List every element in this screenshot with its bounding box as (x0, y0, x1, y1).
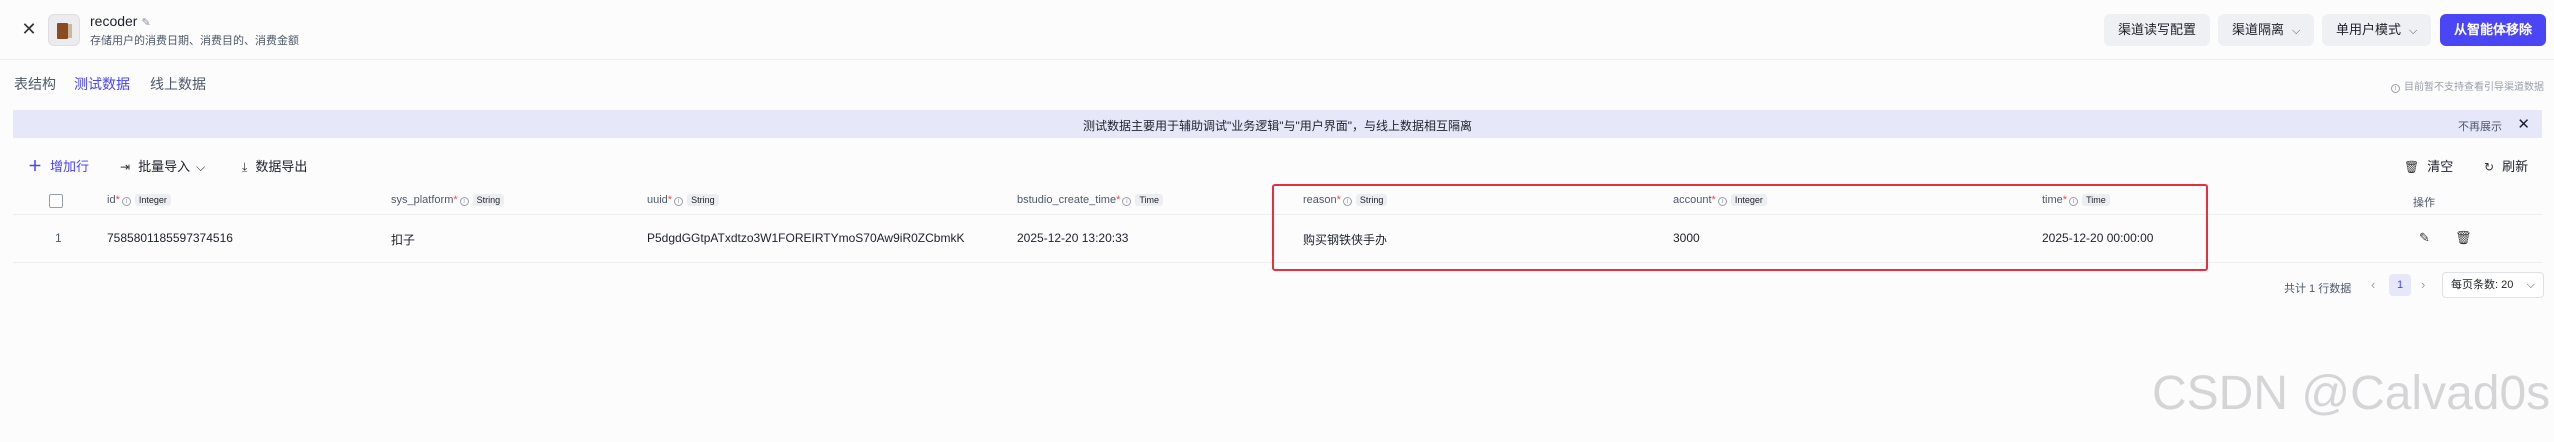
info-icon: i (674, 197, 684, 206)
channel-iso-label: 渠道隔离 (2232, 22, 2285, 37)
chevron-down-icon: ⌵ (2526, 279, 2535, 291)
page-current[interactable]: 1 (2389, 274, 2411, 296)
column-name: bstudio_create_time (1017, 194, 1117, 206)
info-banner: 测试数据主要用于辅助调试"业务逻辑"与"用户界面"，与线上数据相互隔离 不再展示… (13, 110, 2542, 138)
cell-uuid[interactable]: P5dgdGGtpATxdtzo3W1FOREIRTYmoS70Aw9iR0ZC… (647, 231, 964, 245)
user-mode-label: 单用户模式 (2336, 22, 2402, 37)
chevron-down-icon: ⌵ (196, 160, 206, 174)
refresh-icon: ↻ (2484, 160, 2495, 174)
banner-hide-link[interactable]: 不再展示 (2458, 118, 2502, 134)
channel-rw-config-button[interactable]: 渠道读写配置 (2104, 14, 2211, 46)
highlight-box (1272, 184, 2208, 271)
type-tag: String (472, 194, 505, 206)
import-icon: ⇥ (120, 160, 131, 174)
user-mode-button[interactable]: 单用户模式 ⌵ (2322, 14, 2432, 46)
column-header-actions: 操作 (2413, 197, 2435, 209)
info-icon: i (121, 197, 131, 206)
remove-label: 从智能体移除 (2454, 22, 2533, 37)
column-name: id (107, 194, 116, 206)
info-icon: i (459, 197, 469, 206)
info-icon: i (1122, 197, 1132, 206)
remove-from-agent-button[interactable]: 从智能体移除 (2440, 14, 2547, 46)
select-all-checkbox[interactable] (49, 194, 63, 208)
type-tag: String (687, 194, 719, 206)
cell-bstudio-create-time[interactable]: 2025-12-20 13:20:33 (1017, 231, 1128, 245)
chevron-down-icon: ⌵ (2292, 25, 2301, 37)
page-size-select[interactable]: 每页条数: 20 ⌵ (2442, 272, 2544, 298)
column-header-bstudio-create-time: bstudio_create_time* i Time (1017, 194, 1164, 206)
channel-note-text: 目前暂不支持查看引导渠道数据 (2404, 82, 2544, 93)
app-name: recoder ✎ (90, 13, 151, 29)
type-tag: Integer (134, 194, 171, 206)
bulk-import-button[interactable]: ⇥ 批量导入 ⌵ (120, 156, 205, 175)
chevron-left-icon[interactable]: ‹ (2371, 277, 2375, 292)
clear-label: 清空 (2427, 159, 2454, 174)
channel-rw-label: 渠道读写配置 (2118, 22, 2197, 37)
bulk-import-label: 批量导入 (138, 159, 191, 174)
edit-icon[interactable]: ✎ (141, 16, 150, 29)
trash-icon[interactable]: 🗑 (2455, 230, 2472, 246)
app-icon (48, 14, 80, 46)
column-header-sys-platform: sys_platform* i String (391, 194, 505, 206)
app-name-text: recoder (90, 13, 138, 29)
plus-icon: ＋ (28, 158, 42, 174)
tab-online-data[interactable]: 线上数据 (150, 74, 206, 94)
row-number: 1 (55, 231, 62, 245)
column-header-uuid: uuid* i String (647, 194, 719, 206)
refresh-label: 刷新 (2502, 159, 2529, 174)
app-description: 存储用户的消费日期、消费目的、消费金额 (90, 35, 299, 47)
cell-sys-platform[interactable]: 扣子 (391, 231, 415, 248)
refresh-button[interactable]: ↻ 刷新 (2484, 156, 2528, 175)
clear-button[interactable]: 🗑 清空 (2404, 156, 2453, 175)
chevron-right-icon[interactable]: › (2421, 277, 2425, 292)
channel-isolation-button[interactable]: 渠道隔离 ⌵ (2218, 14, 2315, 46)
info-icon: i (2391, 84, 2400, 93)
edit-icon[interactable]: ✎ (2419, 230, 2430, 246)
type-tag: Time (1135, 194, 1164, 206)
watermark: CSDN @Calvad0s (2152, 367, 2551, 420)
banner-text: 测试数据主要用于辅助调试"业务逻辑"与"用户界面"，与线上数据相互隔离 (1082, 119, 1473, 133)
tab-test-data[interactable]: 测试数据 (74, 74, 130, 94)
close-icon[interactable]: ✕ (18, 18, 40, 40)
column-name: sys_platform (391, 194, 454, 206)
trash-icon: 🗑 (2404, 160, 2420, 174)
download-icon: ⤓ (242, 160, 248, 174)
cell-id[interactable]: 7585801185597374516 (107, 231, 233, 245)
channel-note: i 目前暂不支持查看引导渠道数据 (2389, 78, 2544, 93)
tab-schema[interactable]: 表结构 (14, 74, 56, 94)
column-header-id: id* i Integer (107, 194, 171, 206)
column-name: uuid (647, 194, 668, 206)
page-size-label: 每页条数: 20 (2451, 279, 2514, 291)
export-button[interactable]: ⤓ 数据导出 (242, 156, 307, 175)
add-row-label: 增加行 (50, 159, 90, 174)
add-row-button[interactable]: ＋ 增加行 (28, 156, 89, 176)
chevron-down-icon: ⌵ (2409, 25, 2418, 37)
pagination-total: 共计 1 行数据 (2284, 283, 2352, 295)
top-bar: ✕ recoder ✎ 存储用户的消费日期、消费目的、消费金额 渠道读写配置 渠道… (0, 0, 2554, 60)
export-label: 数据导出 (255, 159, 308, 174)
close-icon[interactable]: ✕ (2517, 115, 2530, 133)
